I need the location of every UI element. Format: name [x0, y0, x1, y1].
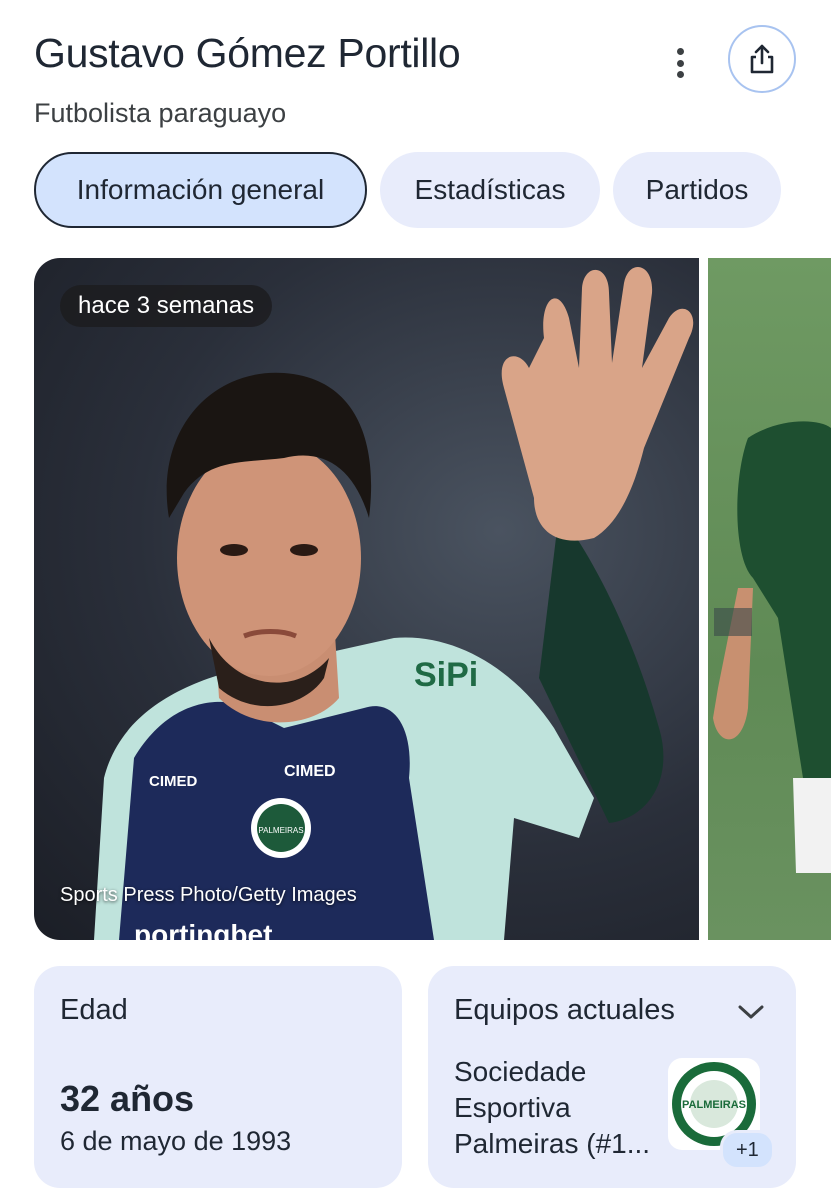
time-badge: hace 3 semanas — [60, 285, 273, 327]
page-title: Gustavo Gómez Portillo — [34, 30, 461, 76]
jersey-sponsor-3: SiPi — [414, 656, 478, 694]
tab-estadisticas[interactable]: Estadísticas — [380, 152, 600, 228]
age-label: Edad — [60, 994, 128, 1026]
jersey-sponsor-1: CIMED — [149, 773, 198, 790]
page-subtitle: Futbolista paraguayo — [34, 98, 287, 128]
teams-card[interactable]: Equipos actuales Sociedade Esportiva Pal… — [428, 966, 796, 1188]
jersey-sponsor-2: CIMED — [284, 763, 336, 780]
birthdate: 6 de mayo de 1993 — [60, 1126, 292, 1156]
tab-bar: Información general Estadísticas Partido… — [34, 152, 781, 228]
more-teams-badge[interactable]: +1 — [720, 1130, 775, 1170]
share-icon — [750, 44, 774, 74]
logo-text: PALMEIRAS — [682, 1099, 746, 1111]
team-name[interactable]: Sociedade Esportiva Palmeiras (#1... — [454, 1054, 659, 1162]
crest-text: PALMEIRAS — [258, 826, 303, 835]
next-player-image — [713, 421, 831, 873]
jersey-sponsor-4: portingbet — [134, 919, 272, 940]
age-card[interactable]: Edad 32 años 6 de mayo de 1993 — [34, 966, 402, 1188]
share-button[interactable] — [728, 25, 796, 93]
more-options-button[interactable] — [664, 46, 696, 80]
teams-label: Equipos actuales — [454, 994, 675, 1026]
age-value: 32 años — [60, 1078, 195, 1119]
tab-partidos[interactable]: Partidos — [613, 152, 781, 228]
player-image: PALMEIRAS CIMED CIMED SiPi portingbet — [94, 266, 694, 940]
next-photo[interactable] — [708, 258, 831, 940]
chevron-down-icon[interactable] — [736, 1002, 766, 1022]
tab-informacion-general[interactable]: Información general — [34, 152, 367, 228]
player-photo[interactable]: PALMEIRAS CIMED CIMED SiPi portingbet ha… — [34, 258, 699, 940]
more-vert-icon — [676, 48, 684, 55]
photo-credit: Sports Press Photo/Getty Images — [60, 884, 357, 906]
